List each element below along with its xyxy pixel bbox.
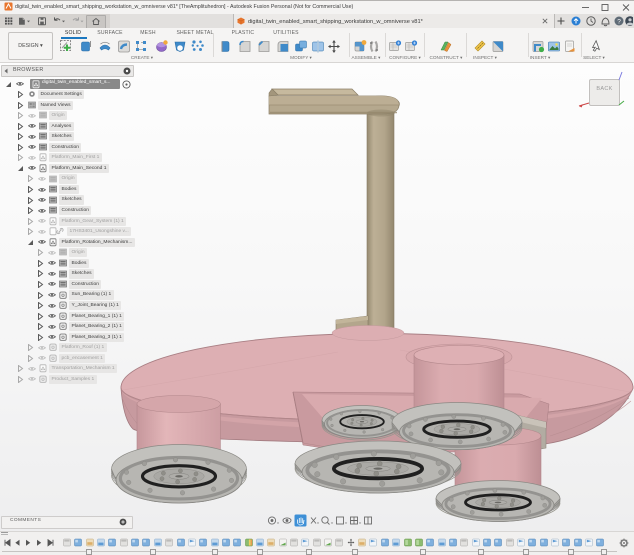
svg-text:?: ? bbox=[617, 18, 621, 25]
